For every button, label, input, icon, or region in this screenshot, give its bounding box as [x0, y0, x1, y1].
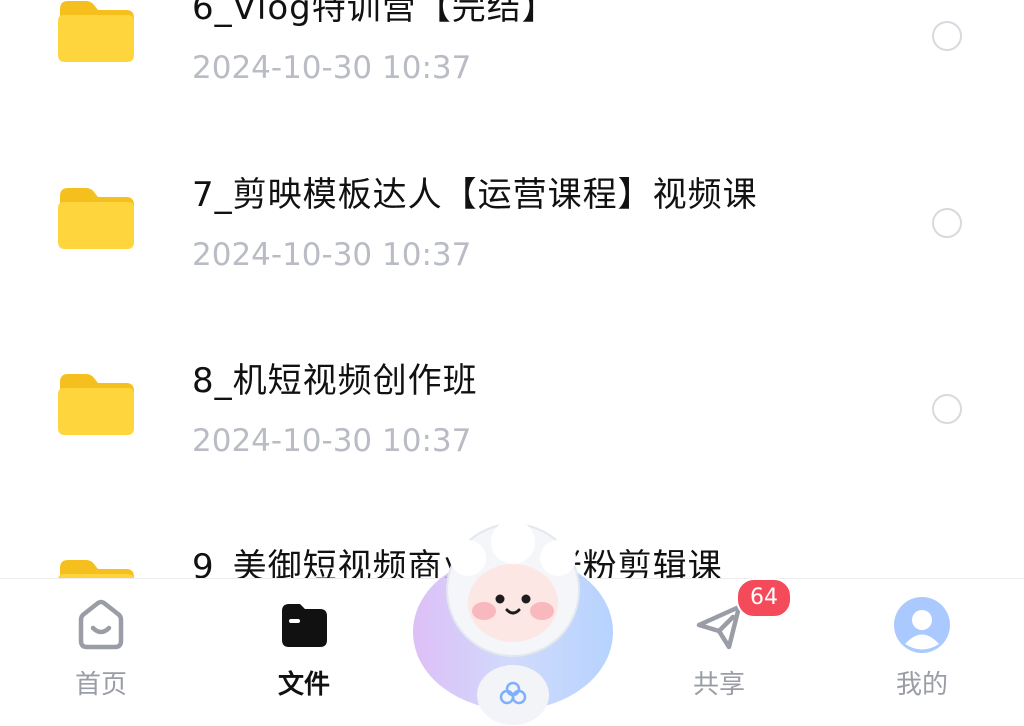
file-modified-time: 2024-10-30 10:37	[192, 237, 472, 273]
file-modified-time: 2024-10-30 10:37	[192, 50, 472, 86]
assistant-mascot-icon[interactable]	[410, 520, 616, 725]
file-row[interactable]: 7_剪映模板达人【运营课程】视频课 2024-10-30 10:37	[0, 147, 1024, 297]
folder-icon	[58, 560, 134, 578]
tab-label: 首页	[74, 670, 127, 700]
file-name: 8_机短视频创作班	[192, 361, 478, 401]
tab-files[interactable]: 文件	[234, 579, 374, 726]
file-list: 6_Vlog特训营【完结】 2024-10-30 10:37 7_剪映模板达人【…	[0, 0, 1024, 578]
notification-badge: 64	[736, 578, 792, 618]
select-radio[interactable]	[932, 394, 962, 424]
home-smile-icon	[78, 599, 124, 650]
tab-home[interactable]: 首页	[31, 579, 171, 726]
file-modified-time: 2024-10-30 10:37	[192, 423, 472, 459]
avatar-icon	[894, 597, 950, 653]
file-name: 7_剪映模板达人【运营课程】视频课	[192, 175, 758, 215]
folder-icon	[58, 374, 134, 435]
select-radio[interactable]	[932, 208, 962, 238]
file-name: 6_Vlog特训营【完结】	[192, 0, 557, 28]
tab-label: 我的	[895, 670, 948, 700]
folder-icon	[58, 1, 134, 62]
file-row[interactable]: 8_机短视频创作班 2024-10-30 10:37	[0, 333, 1024, 483]
file-row[interactable]: 6_Vlog特训营【完结】 2024-10-30 10:37	[0, 0, 1024, 110]
select-radio[interactable]	[932, 21, 962, 51]
tab-mine[interactable]: 我的	[852, 579, 992, 726]
folder-icon	[58, 188, 134, 249]
folder-icon	[282, 604, 327, 647]
tab-label: 共享	[692, 670, 745, 700]
tab-label: 文件	[277, 670, 330, 700]
